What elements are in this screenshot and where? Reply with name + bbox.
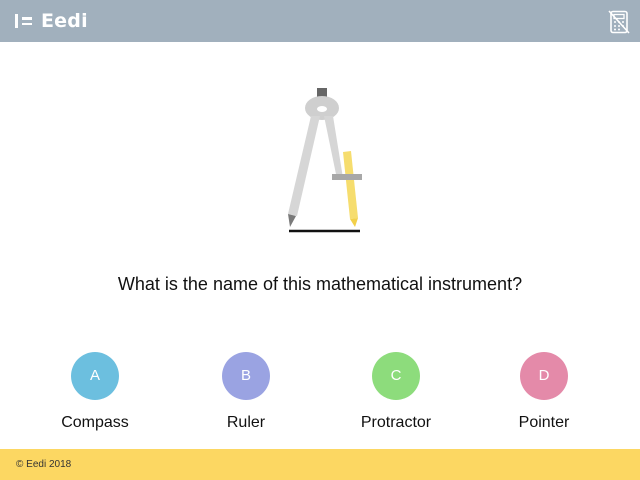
footer-bar: © Eedi 2018 [0,449,640,480]
answer-option-b[interactable]: B Ruler [171,350,321,440]
answer-label-d[interactable]: Pointer [469,414,619,432]
header-bar: Eedi [0,0,640,42]
answer-option-c[interactable]: C Protractor [321,350,471,440]
drawing-compass-icon [288,88,362,233]
eedi-logo[interactable]: Eedi [15,9,88,33]
answer-letter-d[interactable]: D [520,352,568,400]
answer-label-b[interactable]: Ruler [171,414,321,432]
answer-label-a[interactable]: Compass [20,414,170,432]
answer-letter-a[interactable]: A [71,352,119,400]
answer-letter-c[interactable]: C [372,352,420,400]
copyright-text: © Eedi 2018 [16,459,72,470]
answer-label-c[interactable]: Protractor [321,414,471,432]
eedi-logo-icon [15,13,37,29]
brand-name: Eedi [41,10,88,32]
question-text: What is the name of this mathematical in… [117,274,523,294]
answer-letter-b[interactable]: B [222,352,270,400]
answer-option-a[interactable]: A Compass [20,350,170,440]
answer-option-d[interactable]: D Pointer [469,350,619,440]
answer-options: A Compass B Ruler C Protractor D Pointer [0,350,640,440]
calculator-disabled-icon [608,10,630,34]
